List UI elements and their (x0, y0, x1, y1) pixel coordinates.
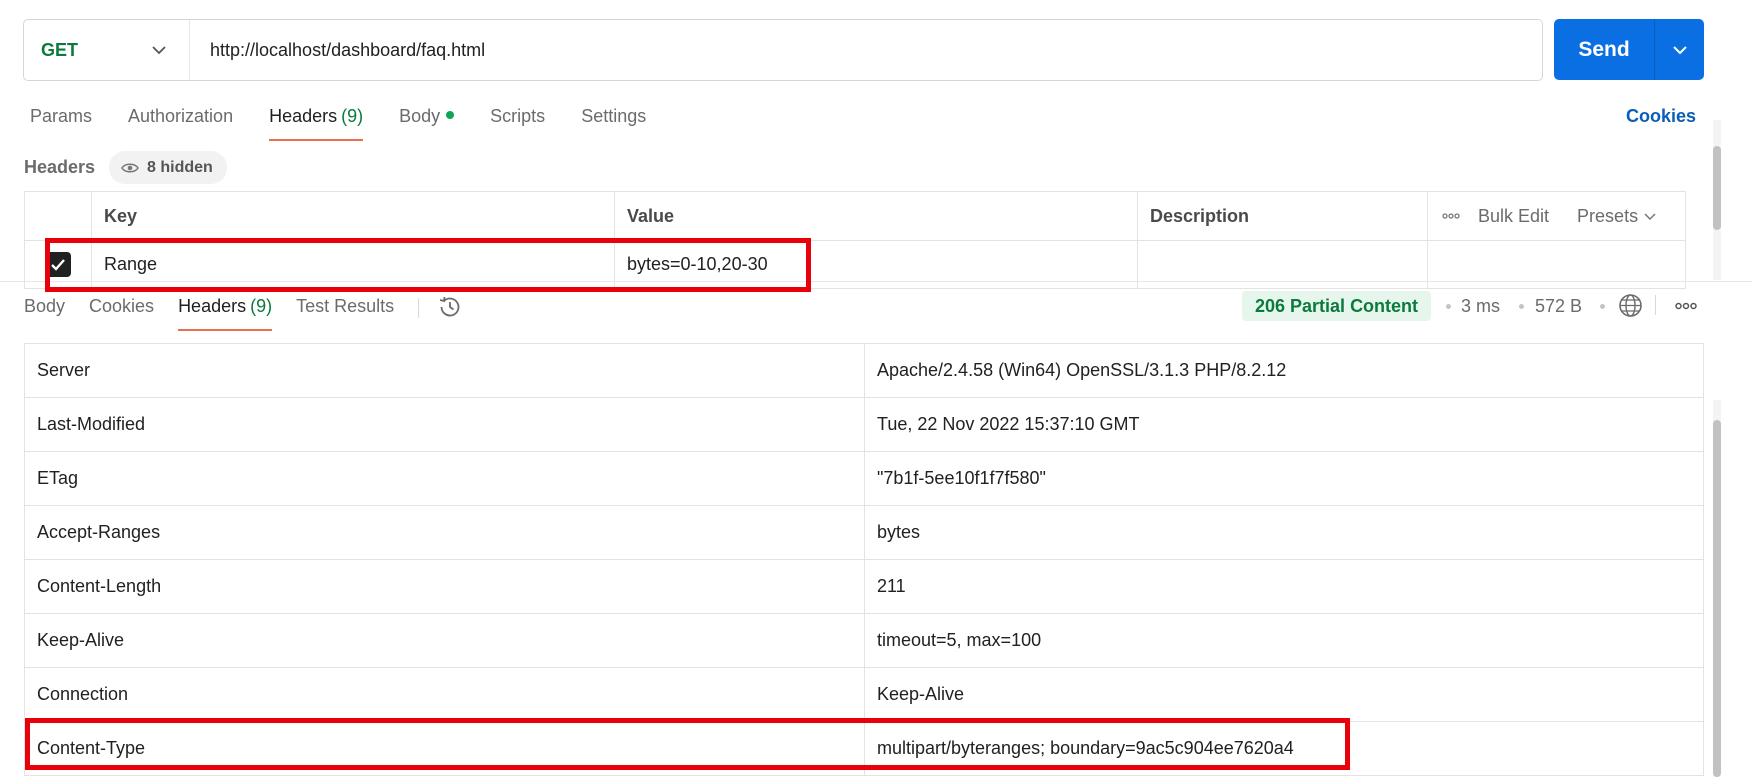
table-row: Accept-Ranges bytes (25, 506, 1703, 560)
request-headers-table: Key Value Description Bulk Edit Presets … (24, 191, 1686, 289)
table-row: Connection Keep-Alive (25, 668, 1703, 722)
meta-divider (1655, 295, 1656, 315)
response-tab-body[interactable]: Body (24, 296, 65, 331)
presets-label: Presets (1577, 205, 1639, 226)
table-row: Server Apache/2.4.58 (Win64) OpenSSL/3.1… (25, 344, 1703, 398)
method-selector[interactable]: GET (24, 20, 190, 80)
bulk-edit-button[interactable]: Bulk Edit (1478, 206, 1549, 227)
globe-icon[interactable] (1618, 293, 1643, 318)
response-header-value: "7b1f-5ee10f1f7f580" (877, 468, 1046, 488)
tab-headers-count: (9) (341, 106, 364, 126)
separator-dot (1600, 304, 1605, 309)
table-row: Content-Length 211 (25, 560, 1703, 614)
response-time[interactable]: 3 ms (1461, 296, 1500, 317)
table-row: Content-Type multipart/byteranges; bound… (25, 722, 1703, 776)
request-scrollbar-thumb[interactable] (1713, 146, 1721, 230)
header-key-text: Range (104, 254, 158, 274)
tab-scripts[interactable]: Scripts (490, 106, 545, 141)
response-header-value: Apache/2.4.58 (Win64) OpenSSL/3.1.3 PHP/… (877, 360, 1287, 380)
table-row: Last-Modified Tue, 22 Nov 2022 15:37:10 … (25, 398, 1703, 452)
response-header-value: timeout=5, max=100 (877, 630, 1042, 650)
send-button-group: Send (1554, 19, 1704, 80)
presets-dropdown[interactable]: Presets (1577, 206, 1656, 227)
cookies-link[interactable]: Cookies (1626, 106, 1696, 127)
response-header-key: Server (25, 344, 865, 397)
response-header-key: ETag (25, 452, 865, 505)
more-options-icon[interactable] (1442, 213, 1460, 219)
method-label: GET (41, 39, 79, 60)
response-header-key: Connection (25, 668, 865, 721)
response-tabs: Body Cookies Headers (9) Test Results (24, 296, 463, 331)
tab-authorization[interactable]: Authorization (128, 106, 233, 141)
column-header-key: Key (92, 192, 615, 240)
response-tab-headers[interactable]: Headers (9) (178, 296, 273, 331)
tab-divider (418, 298, 420, 318)
response-tab-headers-count: (9) (250, 296, 273, 316)
send-button[interactable]: Send (1554, 19, 1655, 80)
tab-settings[interactable]: Settings (581, 106, 646, 141)
separator-dot (1519, 304, 1524, 309)
separator-dot (1446, 304, 1451, 309)
column-header-value: Value (615, 192, 1138, 240)
request-tabs: Params Authorization Headers (9) Body Scr… (30, 106, 682, 141)
checkmark-icon (51, 259, 65, 271)
table-row: Keep-Alive timeout=5, max=100 (25, 614, 1703, 668)
response-header-key: Last-Modified (25, 398, 865, 451)
tab-body[interactable]: Body (399, 106, 455, 141)
response-scrollbar-thumb[interactable] (1713, 420, 1721, 777)
headers-section-title: Headers (24, 157, 96, 177)
url-input[interactable]: http://localhost/dashboard/faq.html (190, 40, 485, 61)
hidden-headers-toggle[interactable]: 8 hidden (109, 151, 227, 184)
more-options-icon[interactable] (1675, 302, 1697, 310)
response-header-key: Keep-Alive (25, 614, 865, 667)
response-header-value: 211 (877, 576, 906, 596)
hidden-headers-label: 8 hidden (147, 158, 213, 176)
checkbox-column-header (25, 192, 92, 240)
table-actions: Bulk Edit Presets (1428, 192, 1685, 240)
column-header-description: Description (1138, 192, 1428, 240)
response-size[interactable]: 572 B (1535, 296, 1582, 317)
response-tab-cookies[interactable]: Cookies (89, 296, 154, 331)
response-header-value: Keep-Alive (877, 684, 965, 704)
response-header-value: bytes (877, 522, 921, 542)
tab-headers[interactable]: Headers (9) (269, 106, 364, 141)
header-enabled-checkbox[interactable] (45, 252, 71, 277)
response-tab-test-results[interactable]: Test Results (296, 296, 394, 331)
response-header-key: Content-Length (25, 560, 865, 613)
response-header-value: Tue, 22 Nov 2022 15:37:10 GMT (877, 414, 1140, 434)
eye-icon (121, 163, 139, 172)
body-modified-dot (446, 111, 455, 120)
response-header-value: multipart/byteranges; boundary=9ac5c904e… (877, 738, 1294, 758)
chevron-down-icon (152, 46, 166, 55)
tab-body-label: Body (399, 106, 441, 126)
pane-divider[interactable] (0, 281, 1752, 282)
status-badge[interactable]: 206 Partial Content (1242, 291, 1432, 321)
send-options-button[interactable] (1655, 19, 1704, 80)
response-tab-headers-label: Headers (178, 296, 247, 316)
response-header-key: Accept-Ranges (25, 506, 865, 559)
response-headers-table: Server Apache/2.4.58 (Win64) OpenSSL/3.1… (24, 343, 1704, 776)
history-icon[interactable] (437, 294, 463, 320)
tab-headers-label: Headers (269, 106, 338, 126)
chevron-down-icon (1672, 45, 1687, 54)
tab-params[interactable]: Params (30, 106, 92, 141)
response-header-key: Content-Type (25, 722, 865, 775)
chevron-down-icon (1644, 213, 1656, 220)
header-value-text: bytes=0-10,20-30 (627, 254, 768, 274)
table-header-row: Key Value Description Bulk Edit Presets (25, 192, 1685, 241)
table-row: ETag "7b1f-5ee10f1f7f580" (25, 452, 1703, 506)
url-bar: GET http://localhost/dashboard/faq.html (23, 19, 1543, 81)
